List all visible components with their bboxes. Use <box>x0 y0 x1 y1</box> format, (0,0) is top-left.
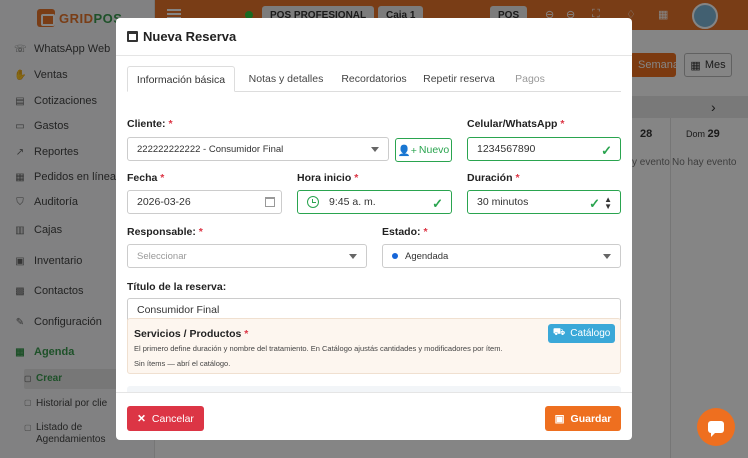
tab-recordatorios[interactable]: Recordatorios <box>332 66 416 92</box>
chat-button[interactable] <box>697 408 735 446</box>
clock-icon <box>307 196 319 208</box>
status-dot <box>392 253 398 259</box>
close-icon: ✕ <box>137 412 146 425</box>
services-empty: Sin ítems — abrí el catálogo. <box>134 359 231 368</box>
tab-repetir-reserva[interactable]: Repetir reserva <box>419 66 499 92</box>
services-panel: Servicios / Productos * El primero defin… <box>127 318 621 374</box>
new-client-button[interactable]: 👤+ Nuevo <box>395 138 452 162</box>
chevron-down-icon <box>371 147 379 152</box>
duracion-label: Duración * <box>467 172 520 184</box>
titulo-label: Título de la reserva: <box>127 281 227 293</box>
modal-title: Nueva Reserva <box>143 29 237 44</box>
add-user-icon: 👤+ <box>397 144 417 157</box>
duracion-select[interactable]: 30 minutos ✓ ▲ ▼ <box>467 190 621 214</box>
hora-input[interactable]: 9:45 a. m. ✓ <box>297 190 452 214</box>
modal-body: Información básica Notas y detalles Reco… <box>116 56 632 392</box>
catalogo-button[interactable]: ⛟ Catálogo <box>548 324 615 343</box>
estado-label: Estado: * <box>382 226 428 238</box>
responsable-label: Responsable: * <box>127 226 203 238</box>
modal-header: Nueva Reserva <box>116 18 632 56</box>
responsable-select[interactable]: Seleccionar <box>127 244 367 268</box>
updown-icon: ▲ ▼ <box>604 195 612 211</box>
calendar-icon <box>127 31 138 42</box>
cliente-select[interactable]: 222222222222 - Consumidor Final <box>127 137 389 161</box>
celular-input[interactable]: 1234567890 ✓ <box>467 137 621 161</box>
hora-label: Hora inicio * <box>297 172 359 184</box>
tab-pagos[interactable]: Pagos <box>505 66 555 92</box>
check-icon: ✓ <box>601 143 612 158</box>
fecha-input[interactable]: 2026-03-26 <box>127 190 282 214</box>
cart-icon: ⛟ <box>552 327 566 338</box>
cliente-label: Cliente: * <box>127 118 173 130</box>
services-title: Servicios / Productos * <box>134 328 249 340</box>
chevron-down-icon <box>349 254 357 259</box>
estado-select[interactable]: Agendada <box>382 244 621 268</box>
fecha-label: Fecha * <box>127 172 165 184</box>
check-icon: ✓ <box>432 196 443 211</box>
tab-informacion-basica[interactable]: Información básica <box>127 66 235 92</box>
celular-label: Celular/WhatsApp * <box>467 118 565 130</box>
chat-icon <box>708 421 724 437</box>
calendar-icon[interactable] <box>265 197 275 207</box>
save-button[interactable]: ▣ Guardar <box>545 406 621 431</box>
save-icon: ▣ <box>554 412 565 425</box>
modal-footer: ✕ Cancelar ▣ Guardar <box>116 392 632 440</box>
chevron-down-icon <box>603 254 611 259</box>
services-description: El primero define duración y nombre del … <box>134 344 503 353</box>
tab-notas-detalles[interactable]: Notas y detalles <box>238 66 334 92</box>
check-icon: ✓ <box>589 196 600 211</box>
cancel-button[interactable]: ✕ Cancelar <box>127 406 204 431</box>
tab-bar: Información básica Notas y detalles Reco… <box>127 66 621 92</box>
new-reservation-modal: Nueva Reserva Información básica Notas y… <box>116 18 632 440</box>
